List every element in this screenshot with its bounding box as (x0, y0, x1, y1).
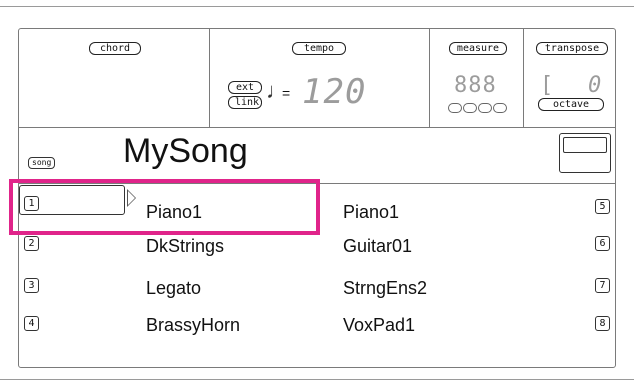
beat-dot-1 (448, 103, 462, 113)
transpose-value: 0 (588, 73, 603, 98)
track-name-right[interactable]: StrngEns2 (343, 277, 427, 299)
track-name-left[interactable]: Legato (146, 277, 201, 299)
top-divider (0, 6, 634, 7)
chord-label: chord (89, 42, 141, 55)
song-title[interactable]: MySong (123, 131, 248, 171)
track-number-right: 8 (595, 316, 610, 331)
measure-label: measure (449, 42, 507, 55)
transpose-cell[interactable]: transpose [ 0 octave (524, 29, 615, 127)
song-row[interactable]: song MySong (19, 127, 615, 184)
track-number-right: 7 (595, 278, 610, 293)
song-label: song (28, 157, 56, 169)
beat-dot-3 (478, 103, 492, 113)
tempo-value: 120 (302, 72, 367, 112)
measure-cell: measure 888 (430, 29, 524, 127)
transpose-label: transpose (536, 42, 608, 55)
track-name-right[interactable]: Guitar01 (343, 235, 412, 257)
tempo-equals: = (282, 85, 291, 101)
status-bar: chord tempo ext link ♩ = 120 measure 888… (19, 29, 615, 128)
selection-highlight (9, 179, 320, 235)
beat-dot-4 (493, 103, 507, 113)
octave-label[interactable]: octave (538, 98, 604, 111)
bottom-divider (0, 379, 634, 380)
track-number: 2 (24, 236, 39, 251)
chord-cell: chord (19, 29, 210, 127)
measure-value: 888 (454, 73, 497, 98)
track-number: 4 (24, 316, 39, 331)
beat-indicator (448, 103, 508, 113)
track-number-right: 6 (595, 236, 610, 251)
track-name-left[interactable]: DkStrings (146, 235, 224, 257)
ext-label: ext (228, 81, 262, 94)
track-number-right: 5 (595, 199, 610, 214)
track-number: 3 (24, 278, 39, 293)
track-name-left[interactable]: BrassyHorn (146, 314, 240, 336)
transpose-prefix: [ (540, 73, 555, 98)
tempo-cell[interactable]: tempo ext link ♩ = 120 (210, 29, 430, 127)
beat-dot-2 (463, 103, 477, 113)
menu-button-top (563, 137, 607, 153)
track-name-right[interactable]: Piano1 (343, 201, 399, 223)
track-name-right[interactable]: VoxPad1 (343, 314, 415, 336)
tempo-label: tempo (292, 42, 346, 55)
menu-button[interactable] (559, 133, 611, 173)
link-label: link (228, 96, 262, 109)
